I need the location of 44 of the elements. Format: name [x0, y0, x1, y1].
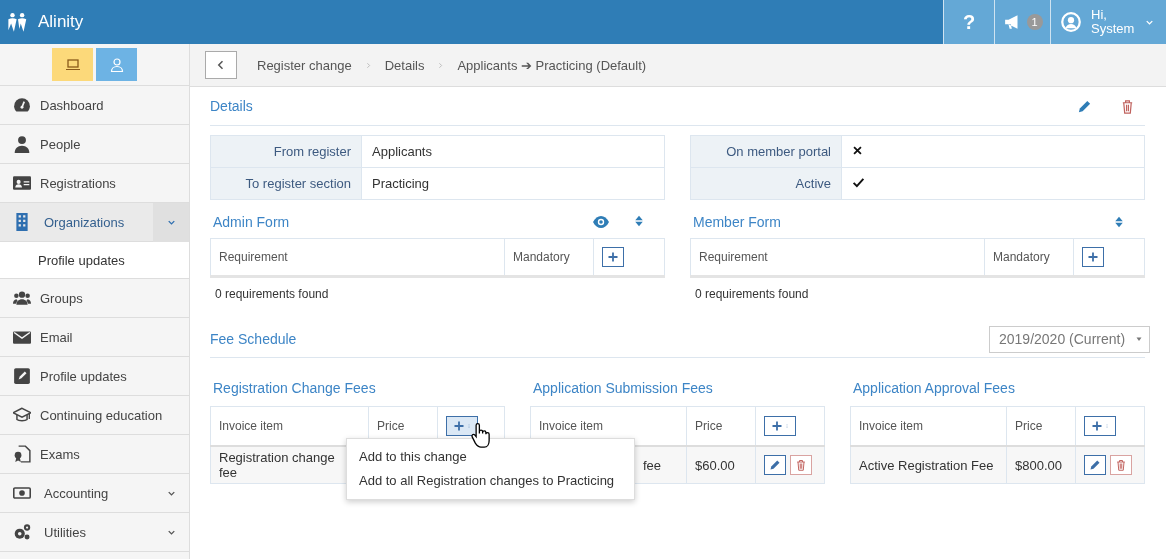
brand-name: Alinity: [38, 12, 84, 32]
fee-table-title: Registration Change Fees: [212, 379, 377, 398]
breadcrumb-link[interactable]: Details: [384, 57, 425, 73]
sidebar-item[interactable]: Dashboard: [0, 86, 189, 125]
table-cell: fee: [643, 457, 662, 473]
table-cell-text: Registration change fee: [219, 450, 336, 480]
table-cell: $800.00: [1006, 446, 1076, 484]
sidebar-item[interactable]: Utilities: [0, 513, 189, 552]
table-cell: Active Registration Fee: [859, 457, 994, 473]
results-count: 0 requirements found: [694, 286, 810, 301]
field-label: On member portal: [690, 135, 842, 168]
notification-badge: 1: [1026, 14, 1043, 30]
sidebar-item[interactable]: People: [0, 125, 189, 164]
section-title: Fee Schedule: [210, 331, 297, 347]
form-title: Member Form: [693, 214, 781, 230]
sidebar-item[interactable]: Organizations: [0, 203, 189, 242]
results-count: 0 requirements found: [214, 286, 330, 301]
form-title: Admin Form: [213, 214, 290, 230]
user-name: System: [1091, 22, 1135, 36]
field-label: To register section: [210, 167, 362, 200]
field-label: Active: [690, 167, 842, 200]
field-value: Applicants: [361, 135, 665, 168]
column-header: Requirement: [690, 238, 985, 277]
sidebar-item[interactable]: Accounting: [0, 474, 189, 513]
field-value: Practicing: [361, 167, 665, 200]
period-dropdown[interactable]: 2019/2020 (Current): [989, 325, 1150, 353]
sidebar-item[interactable]: Continuing education: [0, 396, 189, 435]
column-header: Mandatory: [504, 238, 594, 277]
column-header: Mandatory: [984, 238, 1074, 277]
menu-item[interactable]: Add to this change: [347, 445, 634, 469]
sidebar-subitem[interactable]: Profile updates: [0, 242, 189, 279]
sidebar-item[interactable]: Exams: [0, 435, 189, 474]
sidebar-item[interactable]: Email: [0, 318, 189, 357]
breadcrumb-link[interactable]: Register change: [257, 57, 352, 73]
section-title: Details: [210, 98, 253, 114]
greeting: Hi,: [1091, 8, 1108, 22]
sidebar-item[interactable]: Groups: [0, 279, 189, 318]
fee-table-title: Application Submission Fees: [532, 379, 714, 398]
sidebar-item[interactable]: Profile updates: [0, 357, 189, 396]
menu-item[interactable]: Add to all Registration changes to Practicing: [347, 469, 634, 493]
field-label: From register: [210, 135, 362, 168]
column-header: Requirement: [210, 238, 505, 277]
table-cell: $60.00: [686, 446, 756, 484]
fee-table-title: Application Approval Fees: [852, 379, 1016, 398]
